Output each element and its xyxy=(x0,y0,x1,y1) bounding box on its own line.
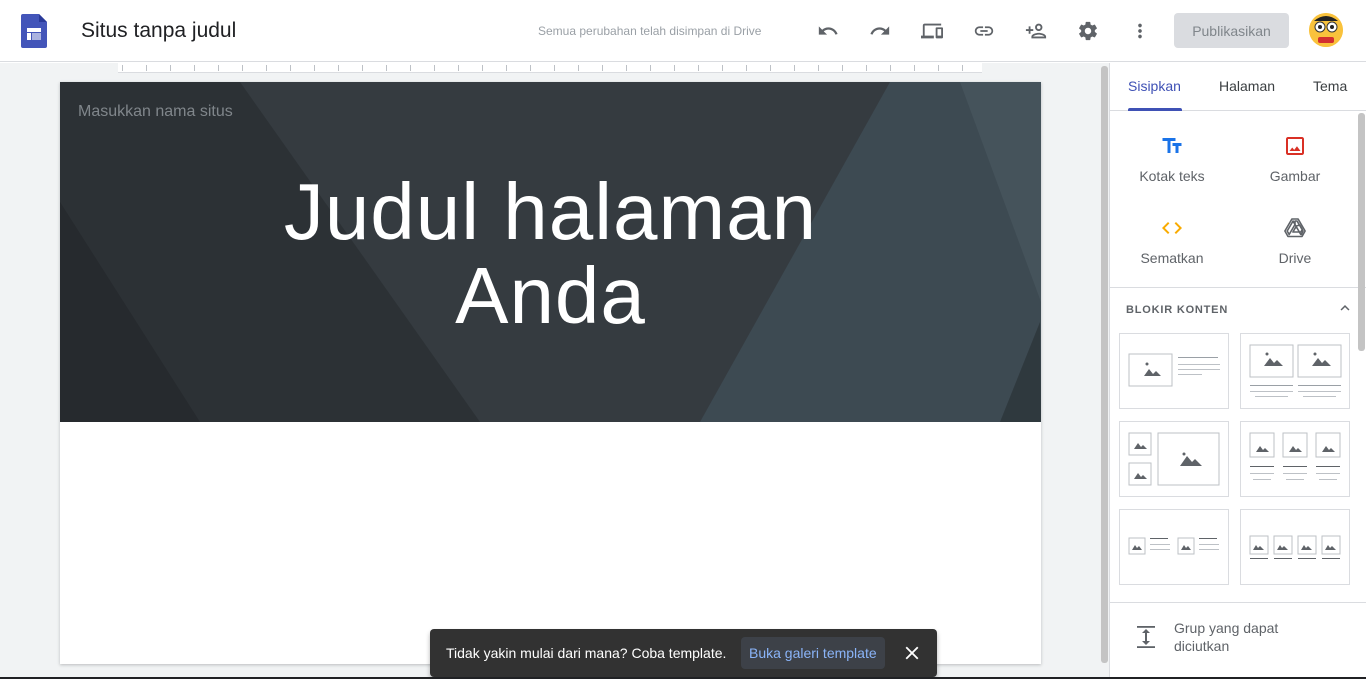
insert-embed-label: Sematkan xyxy=(1140,250,1204,266)
content-block-two-image-text[interactable] xyxy=(1119,509,1229,585)
link-icon[interactable] xyxy=(967,14,1001,48)
save-status: Semua perubahan telah disimpan di Drive xyxy=(538,24,762,38)
ruler-tick xyxy=(914,65,915,71)
ruler-tick xyxy=(962,65,963,71)
ruler-tick xyxy=(362,65,363,71)
drive-icon xyxy=(1284,218,1306,238)
preview-devices-icon[interactable] xyxy=(915,14,949,48)
ruler-tick xyxy=(314,65,315,71)
close-icon[interactable] xyxy=(901,642,923,664)
avatar[interactable] xyxy=(1309,13,1343,47)
collapsible-group-label: Grup yang dapat diciutkan xyxy=(1174,620,1279,654)
ruler-tick xyxy=(602,65,603,71)
content-blocks-heading: BLOKIR KONTEN xyxy=(1126,304,1229,316)
insert-drive[interactable]: Drive xyxy=(1240,216,1350,276)
page-title-line-2: Anda xyxy=(455,251,646,340)
insert-text-box[interactable]: Kotak teks xyxy=(1117,134,1227,194)
sites-logo-icon[interactable] xyxy=(21,14,47,48)
panel-tabs: Sisipkan Halaman Tema xyxy=(1110,63,1366,111)
ruler-tick xyxy=(290,65,291,71)
ruler-tick xyxy=(866,65,867,71)
ruler-tick xyxy=(938,65,939,71)
ruler-tick xyxy=(146,65,147,71)
redo-icon[interactable] xyxy=(863,14,897,48)
ruler-tick xyxy=(890,65,891,71)
active-tab-indicator xyxy=(1128,108,1182,111)
open-template-gallery-button[interactable]: Buka galeri template xyxy=(741,637,885,669)
ruler-tick xyxy=(506,65,507,71)
add-person-icon[interactable] xyxy=(1019,14,1053,48)
content-block-image-text[interactable] xyxy=(1119,333,1229,409)
panel-scrollbar[interactable] xyxy=(1358,113,1365,351)
ruler-tick xyxy=(746,65,747,71)
insert-drive-label: Drive xyxy=(1278,250,1312,266)
divider xyxy=(1110,287,1366,288)
tab-pages[interactable]: Halaman xyxy=(1219,78,1275,94)
insert-embed[interactable]: Sematkan xyxy=(1117,216,1227,276)
ruler-tick xyxy=(122,65,123,71)
ruler-tick xyxy=(674,65,675,71)
more-vert-icon[interactable] xyxy=(1123,14,1157,48)
ruler-tick xyxy=(434,65,435,71)
ruler-tick xyxy=(410,65,411,71)
ruler-tick xyxy=(650,65,651,71)
ruler-tick xyxy=(218,65,219,71)
ruler-tick xyxy=(242,65,243,71)
embed-icon xyxy=(1162,222,1182,234)
insert-image-label: Gambar xyxy=(1269,168,1321,184)
text-box-icon xyxy=(1162,138,1182,153)
ruler-tick xyxy=(458,65,459,71)
tab-insert[interactable]: Sisipkan xyxy=(1128,78,1181,94)
tab-themes[interactable]: Tema xyxy=(1313,78,1347,94)
ruler-tick xyxy=(530,65,531,71)
side-panel: Sisipkan Halaman Tema Kotak teks Gambar … xyxy=(1109,63,1366,677)
ruler-tick xyxy=(698,65,699,71)
snackbar-message: Tidak yakin mulai dari mana? Coba templa… xyxy=(446,645,727,661)
image-icon xyxy=(1286,137,1304,155)
ruler-tick xyxy=(266,65,267,71)
ruler-tick xyxy=(386,65,387,71)
editor-canvas: Masukkan nama situs Judul halaman Anda xyxy=(0,63,1109,677)
ruler-tick xyxy=(578,65,579,71)
page-title[interactable]: Judul halaman Anda xyxy=(60,170,1041,338)
undo-icon[interactable] xyxy=(811,14,845,48)
page-title-line-1: Judul halaman xyxy=(283,167,818,256)
divider xyxy=(1110,602,1366,603)
ruler-tick xyxy=(482,65,483,71)
chevron-up-icon[interactable] xyxy=(1336,299,1354,317)
ruler-tick xyxy=(338,65,339,71)
collapsible-group-icon xyxy=(1137,626,1155,648)
ruler-tick xyxy=(554,65,555,71)
content-block-two-images[interactable] xyxy=(1240,333,1350,409)
site-name-input[interactable]: Masukkan nama situs xyxy=(78,103,233,121)
publish-button[interactable]: Publikasikan xyxy=(1174,13,1289,48)
top-bar: Situs tanpa judul Semua perubahan telah … xyxy=(0,0,1366,62)
site-title[interactable]: Situs tanpa judul xyxy=(81,18,236,44)
content-block-three-columns[interactable] xyxy=(1240,421,1350,497)
content-block-four-columns[interactable] xyxy=(1240,509,1350,585)
insert-text-box-label: Kotak teks xyxy=(1139,168,1205,184)
ruler xyxy=(118,63,982,73)
ruler-tick xyxy=(722,65,723,71)
ruler-tick xyxy=(770,65,771,71)
site-page: Masukkan nama situs Judul halaman Anda xyxy=(60,82,1041,664)
ruler-tick xyxy=(794,65,795,71)
ruler-tick xyxy=(842,65,843,71)
template-snackbar: Tidak yakin mulai dari mana? Coba templa… xyxy=(430,629,937,677)
ruler-tick xyxy=(626,65,627,71)
ruler-tick xyxy=(170,65,171,71)
insert-collapsible-group[interactable]: Grup yang dapat diciutkan xyxy=(1136,619,1356,659)
gear-icon[interactable] xyxy=(1071,14,1105,48)
canvas-scrollbar[interactable] xyxy=(1101,66,1108,663)
insert-image[interactable]: Gambar xyxy=(1240,134,1350,194)
ruler-tick xyxy=(818,65,819,71)
header-banner[interactable]: Masukkan nama situs Judul halaman Anda xyxy=(60,82,1041,422)
content-block-image-gallery[interactable] xyxy=(1119,421,1229,497)
ruler-tick xyxy=(194,65,195,71)
